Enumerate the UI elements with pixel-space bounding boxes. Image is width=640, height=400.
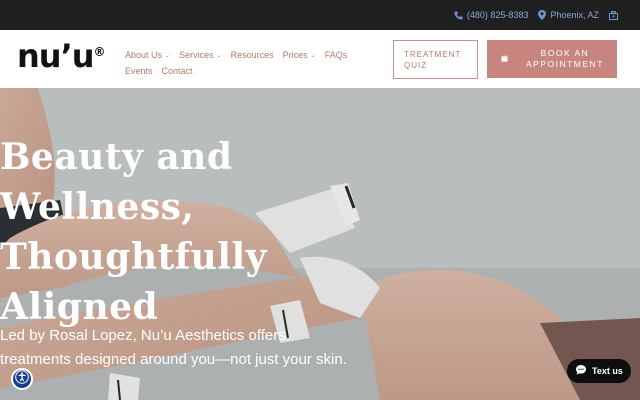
chat-label: Text us: [592, 366, 623, 376]
hero-headline: Beauty and Wellness, Thoughtfully Aligne…: [0, 132, 420, 332]
chevron-down-icon: ⌄: [165, 53, 171, 59]
portal-icon[interactable]: [609, 10, 618, 20]
nav-label: Resources: [230, 50, 274, 60]
main-header: nu’u® About Us ⌄ Services ⌄ Resources Pric…: [0, 30, 640, 88]
nav-row-1: About Us ⌄ Services ⌄ Resources Prices ⌄ FA…: [125, 47, 375, 63]
nav-label: FAQs: [324, 50, 348, 60]
main-nav: About Us ⌄ Services ⌄ Resources Prices ⌄ FA…: [125, 47, 375, 79]
book-label-line2: APPOINTMENT: [526, 59, 604, 69]
nav-row-2: Events Contact: [125, 63, 375, 79]
chevron-down-icon: ⌄: [310, 53, 316, 59]
nav-item-faqs[interactable]: FAQs: [325, 47, 348, 63]
nav-item-prices[interactable]: Prices ⌄: [283, 47, 316, 63]
accessibility-button[interactable]: [11, 368, 33, 390]
chat-bubble-icon: [575, 364, 587, 378]
nav-label: Contact: [161, 66, 193, 76]
nav-label: About Us: [125, 50, 163, 60]
nav-item-events[interactable]: Events: [125, 63, 153, 79]
phone-number: (480) 825-8383: [466, 10, 529, 20]
nav-label: Services: [179, 50, 214, 60]
quiz-label-line1: TREATMENT: [404, 50, 462, 59]
logo-mark: ®: [93, 45, 106, 59]
map-pin-icon: [538, 10, 547, 20]
headline-line-2: Thoughtfully Aligned: [0, 236, 268, 328]
book-label-line1: BOOK AN: [540, 48, 590, 58]
chevron-down-icon: ⌄: [216, 53, 222, 59]
headline-line-1: Beauty and Wellness,: [0, 136, 233, 228]
brand-logo[interactable]: nu’u®: [17, 37, 106, 75]
nav-item-services[interactable]: Services ⌄: [179, 47, 222, 63]
calendar-icon: [501, 54, 508, 65]
logo-text: nu’u: [17, 37, 94, 75]
hero-subtext: Led by Rosal Lopez, Nu’u Aesthetics offe…: [0, 327, 347, 368]
nav-label: Prices: [282, 50, 308, 60]
nav-item-about-us[interactable]: About Us ⌄: [125, 47, 170, 63]
nav-label: Events: [125, 66, 153, 76]
accessibility-icon: [15, 369, 29, 389]
quiz-label-line2: QUIZ: [404, 61, 428, 70]
phone-link[interactable]: (480) 825-8383: [454, 10, 529, 20]
book-appointment-button[interactable]: BOOK AN APPOINTMENT: [487, 40, 617, 78]
nav-item-contact[interactable]: Contact: [162, 63, 193, 79]
location-text: Phoenix, AZ: [550, 10, 599, 20]
phone-icon: [454, 10, 463, 20]
top-bar: (480) 825-8383 Phoenix, AZ: [0, 0, 640, 30]
location-link[interactable]: Phoenix, AZ: [538, 10, 599, 20]
text-us-chat-button[interactable]: Text us: [567, 359, 631, 383]
treatment-quiz-button[interactable]: TREATMENT QUIZ: [393, 40, 478, 79]
nav-item-resources[interactable]: Resources: [231, 47, 274, 63]
